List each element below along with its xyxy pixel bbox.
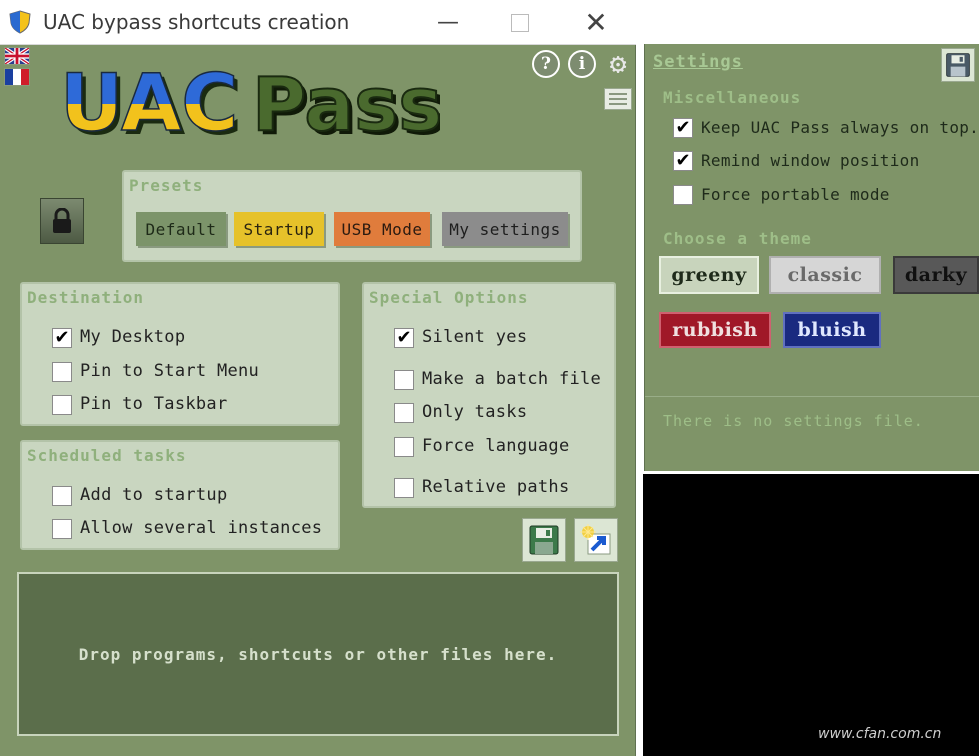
logo-pass-text: Pass xyxy=(252,62,440,148)
watermark-text: www.cfan.com.cn xyxy=(818,726,942,742)
force-language-checkbox[interactable] xyxy=(394,437,414,457)
silent-yes-checkbox[interactable]: ✔ xyxy=(394,328,414,348)
preset-startup-button[interactable]: Startup xyxy=(234,212,324,246)
force-language-label: Force language xyxy=(422,436,570,456)
theme-rubbish-button[interactable]: rubbish xyxy=(659,312,771,348)
make-batch-file-label: Make a batch file xyxy=(422,369,602,389)
uk-flag-icon[interactable] xyxy=(4,47,30,65)
settings-save-button[interactable] xyxy=(941,48,975,82)
gear-icon[interactable]: ⚙ xyxy=(604,47,632,80)
add-to-startup-checkbox[interactable] xyxy=(52,486,72,506)
pin-taskbar-checkbox[interactable] xyxy=(52,395,72,415)
theme-darky-button[interactable]: darky xyxy=(893,256,979,294)
theme-classic-button[interactable]: classic xyxy=(769,256,881,294)
theme-greeny-button[interactable]: greeny xyxy=(659,256,759,294)
preset-my-settings-button[interactable]: My settings xyxy=(442,212,568,246)
maximize-button[interactable] xyxy=(490,0,550,45)
allow-several-instances-label: Allow several instances xyxy=(80,518,323,538)
remind-window-position-label: Remind window position xyxy=(701,151,920,170)
drop-zone-text: Drop programs, shortcuts or other files … xyxy=(78,644,558,664)
add-to-startup-label: Add to startup xyxy=(80,485,228,505)
theme-bluish-button[interactable]: bluish xyxy=(783,312,881,348)
info-button[interactable]: i xyxy=(568,50,596,78)
pin-start-menu-checkbox[interactable] xyxy=(52,362,72,382)
logo-uac-text: UAC xyxy=(60,60,239,149)
uac-pass-logo: UAC UAC Pass Pass xyxy=(60,60,440,150)
my-desktop-label: My Desktop xyxy=(80,327,186,347)
settings-title[interactable]: Settings xyxy=(653,52,743,72)
make-batch-file-checkbox[interactable] xyxy=(394,370,414,390)
shortcut-arrow-icon xyxy=(580,524,611,555)
shield-icon xyxy=(9,10,31,34)
background-area xyxy=(643,474,979,756)
window-title: UAC bypass shortcuts creation xyxy=(43,10,350,34)
settings-panel: Settings Miscellaneous ✔ Keep UAC Pass a… xyxy=(644,44,979,471)
create-shortcut-button[interactable] xyxy=(574,518,618,562)
scheduled-tasks-title: Scheduled tasks xyxy=(27,446,187,465)
relative-paths-label: Relative paths xyxy=(422,477,570,497)
presets-title: Presets xyxy=(129,176,204,195)
relative-paths-checkbox[interactable] xyxy=(394,478,414,498)
pin-start-menu-label: Pin to Start Menu xyxy=(80,361,260,381)
special-options-group: Special Options ✔ Silent yes Make a batc… xyxy=(362,282,616,508)
only-tasks-checkbox[interactable] xyxy=(394,403,414,423)
remind-window-position-checkbox[interactable]: ✔ xyxy=(673,151,693,171)
preset-default-button[interactable]: Default xyxy=(136,212,226,246)
destination-title: Destination xyxy=(27,288,144,307)
scheduled-tasks-group: Scheduled tasks Add to startup Allow sev… xyxy=(20,440,340,550)
choose-theme-heading: Choose a theme xyxy=(663,229,812,248)
miscellaneous-heading: Miscellaneous xyxy=(663,88,802,107)
close-button[interactable]: ✕ xyxy=(566,0,626,45)
minimize-button[interactable]: — xyxy=(418,0,478,45)
only-tasks-label: Only tasks xyxy=(422,402,528,422)
notes-icon[interactable] xyxy=(604,88,632,110)
destination-group: Destination ✔ My Desktop Pin to Start Me… xyxy=(20,282,340,426)
maximize-icon xyxy=(511,13,529,32)
keep-on-top-label: Keep UAC Pass always on top. xyxy=(701,118,979,137)
floppy-disk-icon xyxy=(946,53,970,77)
pin-taskbar-label: Pin to Taskbar xyxy=(80,394,228,414)
floppy-disk-icon xyxy=(529,525,559,555)
settings-divider xyxy=(645,396,979,397)
force-portable-mode-label: Force portable mode xyxy=(701,185,890,204)
france-flag-icon[interactable] xyxy=(4,68,30,86)
help-button[interactable]: ? xyxy=(532,50,560,78)
keep-on-top-checkbox[interactable]: ✔ xyxy=(673,118,693,138)
drop-zone[interactable]: Drop programs, shortcuts or other files … xyxy=(17,572,619,736)
allow-several-instances-checkbox[interactable] xyxy=(52,519,72,539)
force-portable-mode-checkbox[interactable] xyxy=(673,185,693,205)
special-options-title: Special Options xyxy=(369,288,529,307)
my-desktop-checkbox[interactable]: ✔ xyxy=(52,328,72,348)
settings-status-text: There is no settings file. xyxy=(663,412,924,430)
silent-yes-label: Silent yes xyxy=(422,327,528,347)
presets-group: Presets Default Startup USB Mode My sett… xyxy=(122,170,582,262)
preset-usb-mode-button[interactable]: USB Mode xyxy=(334,212,430,246)
main-window: UAC bypass shortcuts creation — ✕ UAC UA… xyxy=(0,0,636,756)
save-button[interactable] xyxy=(522,518,566,562)
title-bar[interactable]: UAC bypass shortcuts creation — ✕ xyxy=(0,0,636,45)
lock-button[interactable] xyxy=(40,198,84,244)
lock-icon xyxy=(53,208,71,233)
